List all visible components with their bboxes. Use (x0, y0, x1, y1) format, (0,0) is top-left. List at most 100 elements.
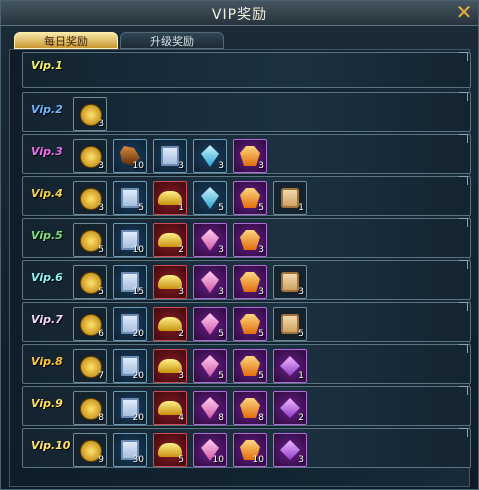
reward-slot[interactable]: 2 (153, 223, 187, 257)
reward-slot[interactable]: 7 (73, 349, 107, 383)
reward-quantity: 10 (252, 455, 264, 465)
reward-slot[interactable]: 1 (153, 181, 187, 215)
reward-quantity: 5 (218, 329, 224, 339)
reward-slot[interactable]: 3 (273, 433, 307, 467)
tab-upgrade-reward[interactable]: 升级奖励 (120, 32, 224, 49)
reward-quantity: 2 (178, 245, 184, 255)
reward-slot[interactable]: 3 (73, 97, 107, 131)
reward-quantity: 20 (132, 329, 144, 339)
reward-quantity: 1 (298, 203, 304, 213)
reward-slot[interactable]: 8 (233, 391, 267, 425)
reward-quantity: 5 (258, 371, 264, 381)
close-icon[interactable]: ✕ (454, 2, 474, 22)
reward-slot[interactable]: 5 (273, 307, 307, 341)
vip-level-label: Vip.4 (31, 187, 63, 200)
vip-reward-window: VIP奖励 ✕ 每日奖励 升级奖励 Vip.1 Vip.2 3 Vip.3 3 10 3 3 3… (0, 0, 479, 490)
vip-row: Vip.5 5 10 2 3 3 (22, 218, 471, 258)
reward-slot[interactable]: 1 (273, 181, 307, 215)
vip-level-label: Vip.9 (31, 397, 63, 410)
reward-slot[interactable]: 3 (193, 223, 227, 257)
reward-slot[interactable]: 8 (193, 391, 227, 425)
reward-slot[interactable]: 5 (113, 181, 147, 215)
reward-quantity: 3 (218, 245, 224, 255)
reward-quantity: 10 (132, 245, 144, 255)
reward-slot[interactable]: 10 (113, 139, 147, 173)
reward-quantity: 7 (98, 371, 104, 381)
vip-row: Vip.3 3 10 3 3 3 (22, 134, 471, 174)
reward-slot[interactable]: 5 (73, 265, 107, 299)
reward-slot[interactable]: 5 (153, 433, 187, 467)
reward-slot[interactable]: 3 (73, 181, 107, 215)
vip-level-label: Vip.1 (31, 59, 63, 72)
reward-quantity: 3 (218, 161, 224, 171)
reward-quantity: 3 (98, 119, 104, 129)
reward-slot[interactable]: 3 (153, 265, 187, 299)
reward-slot[interactable]: 4 (153, 391, 187, 425)
reward-slot[interactable]: 2 (153, 307, 187, 341)
window-title: VIP奖励 (211, 7, 268, 23)
reward-slot[interactable]: 5 (233, 307, 267, 341)
reward-slot[interactable]: 5 (73, 223, 107, 257)
reward-quantity: 3 (218, 287, 224, 297)
reward-quantity: 20 (132, 371, 144, 381)
reward-quantity: 2 (178, 329, 184, 339)
reward-slot[interactable]: 3 (153, 349, 187, 383)
reward-quantity: 3 (178, 371, 184, 381)
reward-quantity: 1 (298, 371, 304, 381)
reward-slot[interactable]: 3 (193, 265, 227, 299)
reward-quantity: 5 (178, 455, 184, 465)
reward-quantity: 3 (298, 287, 304, 297)
vip-row: Vip.8 7 20 3 5 5 1 (22, 344, 471, 384)
reward-slot[interactable]: 20 (113, 307, 147, 341)
reward-slot[interactable]: 10 (113, 223, 147, 257)
vip-level-label: Vip.2 (31, 103, 63, 116)
vip-row: Vip.1 (22, 52, 471, 88)
reward-slot[interactable]: 6 (73, 307, 107, 341)
reward-quantity: 15 (132, 287, 144, 297)
reward-slot[interactable]: 3 (233, 265, 267, 299)
reward-quantity: 8 (258, 413, 264, 423)
reward-slot[interactable]: 3 (233, 223, 267, 257)
title-bar: VIP奖励 ✕ (1, 1, 478, 26)
reward-slot[interactable]: 5 (193, 181, 227, 215)
reward-slot[interactable]: 10 (233, 433, 267, 467)
reward-slot[interactable]: 3 (193, 139, 227, 173)
reward-quantity: 3 (98, 203, 104, 213)
reward-quantity: 8 (98, 413, 104, 423)
reward-slot[interactable]: 2 (273, 391, 307, 425)
reward-slot[interactable]: 3 (153, 139, 187, 173)
reward-slot[interactable]: 20 (113, 391, 147, 425)
reward-quantity: 1 (178, 203, 184, 213)
reward-slot[interactable]: 5 (193, 349, 227, 383)
tab-daily-reward[interactable]: 每日奖励 (14, 32, 118, 49)
reward-slot[interactable]: 8 (73, 391, 107, 425)
reward-slot[interactable]: 3 (273, 265, 307, 299)
reward-quantity: 3 (298, 455, 304, 465)
reward-quantity: 8 (218, 413, 224, 423)
vip-level-label: Vip.10 (31, 439, 71, 452)
reward-slot[interactable]: 1 (273, 349, 307, 383)
reward-slot[interactable]: 5 (233, 349, 267, 383)
reward-quantity: 20 (132, 413, 144, 423)
vip-row: Vip.4 3 5 1 5 5 1 (22, 176, 471, 216)
reward-quantity: 3 (258, 161, 264, 171)
reward-quantity: 30 (132, 455, 144, 465)
reward-quantity: 9 (98, 455, 104, 465)
vip-row: Vip.2 3 (22, 92, 471, 132)
reward-slot[interactable]: 5 (193, 307, 227, 341)
reward-slot[interactable]: 30 (113, 433, 147, 467)
reward-slot[interactable]: 3 (233, 139, 267, 173)
vip-level-label: Vip.3 (31, 145, 63, 158)
vip-level-label: Vip.7 (31, 313, 63, 326)
reward-slot[interactable]: 3 (73, 139, 107, 173)
reward-slot[interactable]: 10 (193, 433, 227, 467)
reward-quantity: 10 (212, 455, 224, 465)
vip-row: Vip.10 9 30 5 10 10 3 (22, 428, 471, 468)
reward-slot[interactable]: 5 (233, 181, 267, 215)
reward-quantity: 5 (258, 203, 264, 213)
reward-list: Vip.1 Vip.2 3 Vip.3 3 10 3 3 3 Vip.4 3 5 1 5 5 1 Vip.5 5 1… (9, 49, 471, 487)
reward-quantity: 5 (218, 371, 224, 381)
reward-slot[interactable]: 9 (73, 433, 107, 467)
reward-slot[interactable]: 20 (113, 349, 147, 383)
reward-slot[interactable]: 15 (113, 265, 147, 299)
